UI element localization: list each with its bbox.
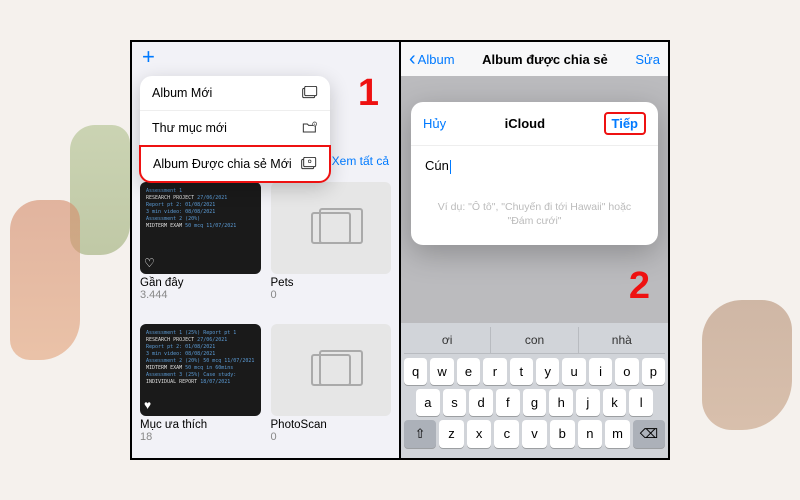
step-number-2: 2 — [629, 265, 650, 308]
create-menu: Album Mới Thư mục mới + Album Được chia … — [140, 76, 330, 182]
step-number-1: 1 — [358, 72, 379, 115]
album-name-input[interactable]: Cún — [411, 145, 658, 186]
key-y[interactable]: y — [536, 358, 559, 385]
key-d[interactable]: d — [469, 389, 493, 416]
album-icon — [302, 86, 318, 100]
key-c[interactable]: c — [494, 420, 519, 448]
album-count: 18 — [140, 431, 261, 443]
menu-label: Album Được chia sẻ Mới — [153, 157, 292, 171]
key-t[interactable]: t — [510, 358, 533, 385]
album-count: 3.444 — [140, 289, 261, 301]
key-backspace[interactable]: ⌫ — [633, 420, 665, 448]
key-j[interactable]: j — [576, 389, 600, 416]
menu-item-new-shared-album[interactable]: Album Được chia sẻ Mới — [139, 145, 331, 183]
album-item[interactable]: Assessment 1RESEARCH PROJECT 27/06/2021R… — [140, 182, 261, 316]
key-g[interactable]: g — [523, 389, 547, 416]
nav-bar: Album Album được chia sẻ Sửa — [401, 42, 668, 76]
tutorial-frame: + 1 Album Mới Thư mục mới + Album Được c… — [130, 40, 670, 460]
key-m[interactable]: m — [605, 420, 630, 448]
see-all-link[interactable]: Xem tất cả — [332, 154, 389, 168]
album-title: Mục ưa thích — [140, 419, 261, 431]
key-w[interactable]: w — [430, 358, 453, 385]
album-count: 0 — [271, 431, 392, 443]
key-p[interactable]: p — [642, 358, 665, 385]
key-q[interactable]: q — [404, 358, 427, 385]
key-b[interactable]: b — [550, 420, 575, 448]
suggestion[interactable]: con — [490, 327, 577, 353]
suggestion-row: ơi con nhà — [404, 327, 665, 354]
empty-photos-icon — [311, 212, 351, 244]
key-z[interactable]: z — [439, 420, 464, 448]
suggestion[interactable]: ơi — [404, 327, 490, 353]
menu-label: Thư mục mới — [152, 121, 227, 135]
svg-text:+: + — [314, 122, 316, 126]
key-row: ⇧ z x c v b n m ⌫ — [404, 420, 665, 448]
key-k[interactable]: k — [603, 389, 627, 416]
decorative-splash — [702, 300, 792, 430]
key-u[interactable]: u — [562, 358, 585, 385]
key-o[interactable]: o — [615, 358, 638, 385]
key-f[interactable]: f — [496, 389, 520, 416]
album-item[interactable]: Assessment 1 (25%) Report pt 1RESEARCH P… — [140, 324, 261, 458]
key-row: a s d f g h j k l — [404, 389, 665, 416]
back-button[interactable]: Album — [409, 48, 455, 71]
album-item[interactable]: PhotoScan 0 — [271, 324, 392, 458]
next-button[interactable]: Tiếp — [604, 112, 647, 135]
edit-button[interactable]: Sửa — [635, 52, 660, 67]
icloud-modal: Hủy iCloud Tiếp Cún Ví dụ: "Ô tô", "Chuy… — [411, 102, 658, 245]
album-grid: Assessment 1RESEARCH PROJECT 27/06/2021R… — [140, 182, 391, 458]
key-x[interactable]: x — [467, 420, 492, 448]
album-thumbnail — [271, 324, 392, 416]
menu-label: Album Mới — [152, 86, 212, 100]
key-h[interactable]: h — [549, 389, 573, 416]
album-title: PhotoScan — [271, 419, 392, 431]
album-count: 0 — [271, 289, 392, 301]
key-r[interactable]: r — [483, 358, 506, 385]
key-i[interactable]: i — [589, 358, 612, 385]
input-hint: Ví dụ: "Ô tô", "Chuyến đi tới Hawaii" ho… — [411, 186, 658, 229]
empty-photos-icon — [311, 354, 351, 386]
album-thumbnail: Assessment 1 (25%) Report pt 1RESEARCH P… — [140, 324, 261, 416]
decorative-splash — [10, 200, 80, 360]
heart-icon: ♡ — [144, 256, 155, 270]
key-s[interactable]: s — [443, 389, 467, 416]
key-l[interactable]: l — [629, 389, 653, 416]
input-value: Cún — [425, 158, 449, 173]
add-button[interactable]: + — [142, 44, 155, 70]
cancel-button[interactable]: Hủy — [423, 116, 446, 131]
menu-item-new-album[interactable]: Album Mới — [140, 76, 330, 111]
album-thumbnail — [271, 182, 392, 274]
key-e[interactable]: e — [457, 358, 480, 385]
suggestion[interactable]: nhà — [578, 327, 665, 353]
phone-screen-1: + 1 Album Mới Thư mục mới + Album Được c… — [132, 42, 399, 458]
album-item[interactable]: Pets 0 — [271, 182, 392, 316]
nav-title: Album được chia sẻ — [482, 52, 608, 67]
key-n[interactable]: n — [578, 420, 603, 448]
key-a[interactable]: a — [416, 389, 440, 416]
album-thumbnail: Assessment 1RESEARCH PROJECT 27/06/2021R… — [140, 182, 261, 274]
modal-title: iCloud — [505, 116, 545, 131]
shared-album-icon — [301, 157, 317, 171]
heart-icon: ♥ — [144, 398, 151, 412]
album-title: Gần đây — [140, 277, 261, 289]
folder-icon: + — [302, 121, 318, 135]
text-cursor — [450, 160, 452, 174]
keyboard: ơi con nhà q w e r t y u i o p a s d f — [401, 323, 668, 458]
key-shift[interactable]: ⇧ — [404, 420, 436, 448]
phone-screen-2: Album Album được chia sẻ Sửa Hủy iCloud … — [399, 42, 668, 458]
album-title: Pets — [271, 277, 392, 289]
key-v[interactable]: v — [522, 420, 547, 448]
menu-item-new-folder[interactable]: Thư mục mới + — [140, 111, 330, 146]
key-row: q w e r t y u i o p — [404, 358, 665, 385]
